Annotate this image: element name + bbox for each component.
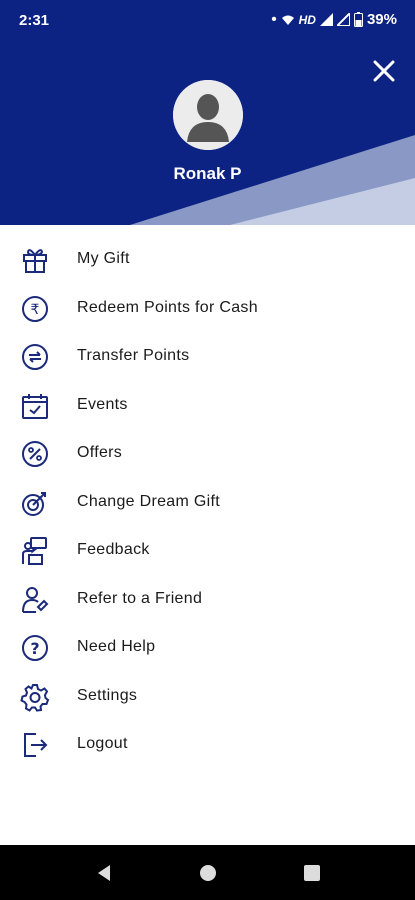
feedback-icon [22, 537, 47, 565]
menu-item-redeem-points[interactable]: ₹ Redeem Points for Cash [0, 284, 415, 333]
refer-icon [22, 586, 49, 613]
menu-label: My Gift [77, 250, 130, 267]
settings-icon [20, 683, 50, 712]
svg-text:?: ? [30, 639, 39, 658]
status-bar: 2:31 • HD 39% [0, 0, 415, 40]
user-avatar-icon [173, 80, 243, 150]
drawer-menu: My Gift ₹ Redeem Points for Cash Transfe… [0, 235, 415, 769]
help-icon: ? [22, 635, 48, 661]
menu-label: Settings [77, 686, 138, 704]
network-badge: HD [298, 12, 316, 27]
menu-item-feedback[interactable]: Feedback [0, 526, 415, 575]
close-icon[interactable] [371, 58, 397, 84]
menu-item-need-help[interactable]: ? Need Help [0, 623, 415, 672]
menu-item-my-gift[interactable]: My Gift [0, 235, 415, 284]
menu-item-transfer-points[interactable]: Transfer Points [0, 332, 415, 381]
dot-icon: • [271, 11, 277, 28]
recents-icon[interactable] [298, 859, 326, 887]
rupee-icon: ₹ [22, 295, 48, 322]
transfer-icon [22, 344, 48, 370]
percent-icon [22, 441, 48, 467]
wifi-icon [281, 15, 294, 25]
home-icon[interactable] [194, 859, 222, 887]
user-name: Ronak P [173, 164, 242, 183]
system-nav-bar [0, 845, 415, 900]
target-icon [22, 491, 46, 516]
calendar-icon [22, 393, 48, 419]
menu-label: Offers [77, 444, 123, 461]
logout-icon [24, 733, 48, 757]
status-icons: • HD 39% [271, 11, 397, 28]
battery-level: 39% [366, 11, 397, 28]
signal-icon [319, 13, 333, 26]
menu-item-settings[interactable]: Settings [0, 672, 415, 721]
signal-icon-2 [336, 13, 350, 26]
menu-label: Refer to a Friend [77, 589, 203, 607]
menu-item-refer-friend[interactable]: Refer to a Friend [0, 575, 415, 624]
menu-item-logout[interactable]: Logout [0, 720, 415, 769]
drawer-header: 2:31 • HD 39% Ronak P [0, 0, 415, 225]
menu-label: Events [77, 395, 128, 413]
menu-label: Need Help [77, 638, 156, 655]
avatar[interactable] [173, 80, 243, 150]
menu-item-change-dream-gift[interactable]: Change Dream Gift [0, 478, 415, 527]
svg-text:₹: ₹ [31, 302, 40, 318]
menu-label: Redeem Points for Cash [77, 298, 258, 316]
menu-label: Logout [77, 735, 128, 752]
status-time: 2:31 [19, 12, 50, 29]
menu-label: Feedback [77, 541, 150, 558]
gift-icon [23, 249, 47, 273]
menu-item-offers[interactable]: Offers [0, 429, 415, 478]
menu-label: Change Dream Gift [77, 492, 220, 510]
menu-item-events[interactable]: Events [0, 381, 415, 430]
back-icon[interactable] [90, 859, 118, 887]
battery-icon [353, 12, 363, 27]
menu-label: Transfer Points [77, 347, 190, 364]
